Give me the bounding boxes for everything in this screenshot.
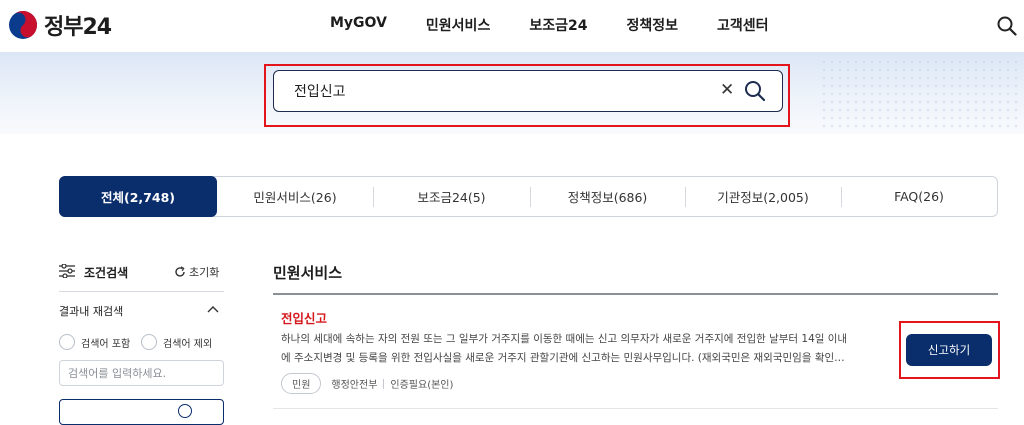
result-description: 하나의 세대에 속하는 자의 전원 또는 그 일부가 거주지를 이동한 때에는 … bbox=[281, 330, 881, 368]
tab-faq[interactable]: FAQ(26) bbox=[841, 177, 997, 216]
section-title: 민원서비스 bbox=[273, 264, 343, 282]
meta-divider bbox=[383, 378, 385, 389]
filter-title: 조건검색 bbox=[84, 266, 129, 280]
auth-requirement: 인증필요(본인) bbox=[390, 380, 454, 391]
result-divider bbox=[273, 408, 998, 409]
result-desc-line-2: 에 주소지변경 및 등록을 위한 전입사실을 새로운 거주지 관할기관에 신고하… bbox=[281, 352, 845, 364]
section-divider bbox=[273, 293, 998, 295]
nav-customer-center[interactable]: 고객센터 bbox=[717, 15, 769, 35]
nav-subsidy24[interactable]: 보조금24 bbox=[529, 15, 587, 35]
nav-policy-info[interactable]: 정책정보 bbox=[626, 15, 678, 35]
report-button[interactable]: 신고하기 bbox=[906, 334, 992, 366]
result-desc-line-1: 하나의 세대에 속하는 자의 전원 또는 그 일부가 거주지를 이동한 때에는 … bbox=[281, 333, 848, 345]
radio-exclude-label: 검색어 제외 bbox=[163, 338, 213, 350]
agency-name: 행정안전부 bbox=[331, 380, 378, 391]
chevron-up-icon[interactable] bbox=[207, 305, 219, 313]
nav-civil-services[interactable]: 민원서비스 bbox=[426, 15, 490, 35]
result-title-link[interactable]: 전입신고 bbox=[281, 308, 327, 327]
partially-visible-button[interactable] bbox=[59, 399, 224, 425]
radio-circle[interactable] bbox=[59, 334, 75, 350]
tab-agency-info[interactable]: 기관정보(2,005) bbox=[685, 177, 841, 216]
tab-subsidy24[interactable]: 보조금24(5) bbox=[373, 177, 530, 216]
radio-include-keyword[interactable]: 검색어 포함 bbox=[59, 334, 130, 350]
result-meta: 민원 행정안전부 인증필요(본인) bbox=[281, 373, 453, 394]
radio-circle[interactable] bbox=[141, 334, 157, 350]
divider bbox=[59, 291, 224, 292]
search-icon[interactable] bbox=[744, 80, 766, 102]
radio-include-label: 검색어 포함 bbox=[81, 338, 131, 350]
main-nav: MyGOV 민원서비스 보조금24 정책정보 고객센터 bbox=[330, 15, 808, 35]
tab-policy-info[interactable]: 정책정보(686) bbox=[530, 177, 685, 216]
tab-civil-services[interactable]: 민원서비스(26) bbox=[217, 177, 373, 216]
refresh-icon bbox=[175, 266, 185, 277]
search-input[interactable] bbox=[294, 81, 674, 101]
category-tag: 민원 bbox=[281, 373, 322, 394]
radio-exclude-keyword[interactable]: 검색어 제외 bbox=[141, 334, 212, 350]
decorative-dots bbox=[820, 58, 1020, 128]
nav-mygov[interactable]: MyGOV bbox=[330, 15, 387, 35]
search-box: ✕ bbox=[273, 70, 783, 112]
refine-search-title: 결과내 재검색 bbox=[59, 305, 124, 318]
site-logo[interactable]: 정부24 bbox=[8, 9, 112, 41]
header-search-icon[interactable] bbox=[996, 15, 1018, 37]
reset-label: 초기화 bbox=[189, 266, 220, 279]
refine-search-input[interactable] bbox=[59, 360, 224, 386]
tab-all[interactable]: 전체(2,748) bbox=[59, 176, 217, 217]
logo-text: 정부24 bbox=[44, 15, 112, 40]
filter-sliders-icon bbox=[59, 264, 75, 278]
clear-search-icon[interactable]: ✕ bbox=[720, 80, 734, 100]
category-tabs: 전체(2,748) 민원서비스(26) 보조금24(5) 정책정보(686) 기… bbox=[59, 176, 998, 217]
taegeuk-logo-icon bbox=[9, 11, 37, 39]
reset-button[interactable]: 초기화 bbox=[174, 264, 219, 280]
site-header: 정부24 MyGOV 민원서비스 보조금24 정책정보 고객센터 bbox=[0, 0, 1024, 52]
